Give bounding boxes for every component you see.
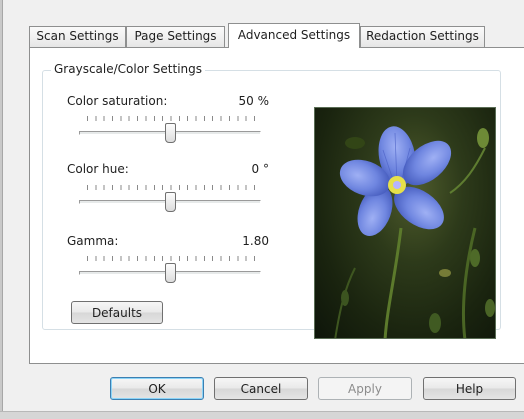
- tab-page-settings[interactable]: Page Settings: [126, 26, 225, 47]
- preview-image: [314, 107, 496, 339]
- color-saturation-ticks: [87, 116, 255, 121]
- advanced-settings-panel: Grayscale/Color Settings Color saturatio…: [29, 47, 524, 364]
- window-bottom-edge: [0, 411, 524, 419]
- tab-redaction-settings[interactable]: Redaction Settings: [360, 26, 485, 47]
- color-saturation-slider-thumb[interactable]: [164, 123, 176, 143]
- cancel-button[interactable]: Cancel: [214, 377, 308, 400]
- window-left-edge: [0, 0, 3, 419]
- tab-label: Scan Settings: [36, 29, 119, 43]
- gamma-label: Gamma:: [67, 234, 119, 248]
- tab-advanced-settings[interactable]: Advanced Settings: [228, 23, 360, 48]
- group-title: Grayscale/Color Settings: [51, 62, 206, 76]
- help-button[interactable]: Help: [423, 377, 516, 400]
- flower-photo-icon: [334, 126, 495, 338]
- gamma-value: 1.80: [242, 234, 269, 248]
- apply-button: Apply: [318, 377, 412, 400]
- tab-label: Advanced Settings: [237, 28, 351, 42]
- color-hue-ticks: [87, 185, 255, 190]
- grayscale-color-group: Grayscale/Color Settings Color saturatio…: [42, 62, 501, 339]
- gamma-ticks: [87, 256, 255, 261]
- defaults-button[interactable]: Defaults: [71, 301, 163, 324]
- color-hue-slider-thumb[interactable]: [164, 192, 176, 212]
- color-hue-label: Color hue:: [67, 162, 129, 176]
- gamma-slider-thumb[interactable]: [164, 263, 176, 283]
- ok-button[interactable]: OK: [110, 377, 204, 400]
- tab-label: Redaction Settings: [366, 29, 479, 43]
- tab-label: Page Settings: [134, 29, 217, 43]
- tab-scan-settings[interactable]: Scan Settings: [29, 26, 126, 47]
- color-saturation-value: 50 %: [238, 94, 270, 108]
- color-saturation-label: Color saturation:: [67, 94, 168, 108]
- color-hue-value: 0 °: [251, 162, 269, 176]
